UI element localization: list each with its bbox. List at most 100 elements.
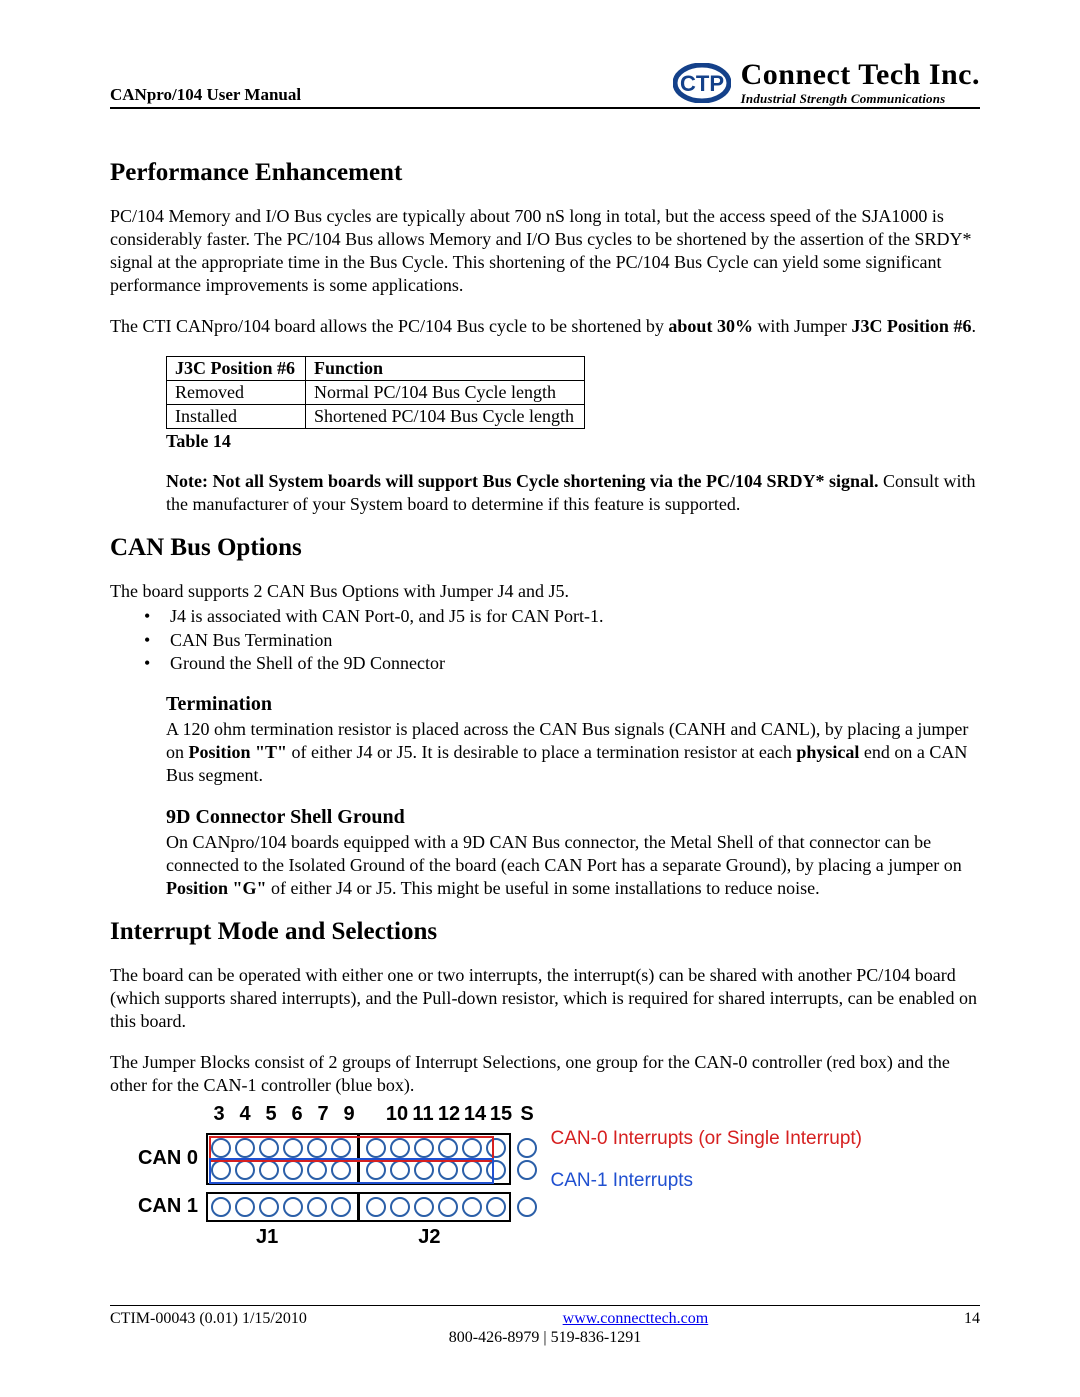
page-header: CANpro/104 User Manual CTP Connect Tech … bbox=[110, 60, 980, 109]
text-run: On CANpro/104 boards equipped with a 9D … bbox=[166, 832, 962, 875]
table-caption: Table 14 bbox=[166, 431, 980, 452]
jumper-pin bbox=[283, 1160, 303, 1180]
table-row: Installed Shortened PC/104 Bus Cycle len… bbox=[167, 405, 585, 429]
jumper-pin bbox=[283, 1138, 303, 1158]
table-cell: Removed bbox=[167, 381, 306, 405]
subsection-heading-shell: 9D Connector Shell Ground bbox=[166, 806, 980, 829]
termination-text: A 120 ohm termination resistor is placed… bbox=[166, 718, 980, 787]
jumper-pin bbox=[259, 1197, 279, 1217]
jumper-pin bbox=[366, 1138, 386, 1158]
footer-page-number: 14 bbox=[964, 1310, 980, 1328]
jumper-pin bbox=[331, 1197, 351, 1217]
table-cell: Installed bbox=[167, 405, 306, 429]
pin-label: 12 bbox=[436, 1103, 462, 1126]
jumper-pin bbox=[211, 1138, 231, 1158]
block-divider bbox=[357, 1194, 360, 1220]
jumper-block-j1j2-lower bbox=[206, 1192, 511, 1222]
jumper-pin bbox=[235, 1160, 255, 1180]
shared-pin-lower bbox=[517, 1197, 537, 1217]
jumper-pin bbox=[414, 1197, 434, 1217]
pin-row bbox=[366, 1160, 506, 1180]
jumper-pin bbox=[390, 1138, 410, 1158]
text-run-bold: Note: Not all System boards will support… bbox=[166, 471, 879, 491]
jumper-pin bbox=[486, 1197, 506, 1217]
irq-row-can0: CAN 0 bbox=[134, 1126, 894, 1192]
pin-label: 7 bbox=[310, 1103, 336, 1126]
perf-note: Note: Not all System boards will support… bbox=[166, 470, 980, 516]
irq-legend: CAN-0 Interrupts (or Single Interrupt) C… bbox=[551, 1128, 863, 1192]
jumper-pin bbox=[438, 1160, 458, 1180]
table-header-cell: J3C Position #6 bbox=[167, 357, 306, 381]
table-row: J3C Position #6 Function bbox=[167, 357, 585, 381]
pin-row bbox=[366, 1138, 506, 1158]
jumper-pin bbox=[307, 1197, 327, 1217]
pin-label: 5 bbox=[258, 1103, 284, 1126]
irq-top-labels: 3 4 5 6 7 9 10 11 12 14 15 S bbox=[206, 1103, 894, 1126]
pin-label: 6 bbox=[284, 1103, 310, 1126]
pin-label: 14 bbox=[462, 1103, 488, 1126]
pin-label: S bbox=[514, 1103, 540, 1126]
j3c-table: J3C Position #6 Function Removed Normal … bbox=[166, 356, 585, 429]
termination-block: Termination A 120 ohm termination resist… bbox=[166, 693, 980, 787]
jumper-pin bbox=[211, 1160, 231, 1180]
list-item: CAN Bus Termination bbox=[152, 629, 980, 652]
footer-phones: 800-426-8979 | 519-836-1291 bbox=[110, 1329, 980, 1347]
section-heading-can: CAN Bus Options bbox=[110, 534, 980, 562]
jumper-pin bbox=[235, 1197, 255, 1217]
irq-bottom-labels: J1 J2 bbox=[206, 1226, 894, 1249]
jumper-pin bbox=[438, 1197, 458, 1217]
shell-text: On CANpro/104 boards equipped with a 9D … bbox=[166, 831, 980, 900]
company-logo-text: Connect Tech Inc. Industrial Strength Co… bbox=[741, 60, 980, 105]
table-cell: Shortened PC/104 Bus Cycle length bbox=[306, 405, 585, 429]
text-run-bold: Position "T" bbox=[189, 742, 288, 762]
pin-label: 10 bbox=[384, 1103, 410, 1126]
jumper-pin bbox=[414, 1138, 434, 1158]
list-item: Ground the Shell of the 9D Connector bbox=[152, 652, 980, 675]
jumper-pin bbox=[517, 1160, 537, 1180]
page-footer: CTIM-00043 (0.01) 1/15/2010 www.connectt… bbox=[110, 1305, 980, 1347]
jumper-pin bbox=[366, 1197, 386, 1217]
section-heading-interrupt: Interrupt Mode and Selections bbox=[110, 918, 980, 946]
jumper-pin bbox=[486, 1160, 506, 1180]
jumper-pin bbox=[517, 1197, 537, 1217]
can-intro: The board supports 2 CAN Bus Options wit… bbox=[110, 580, 980, 603]
ctp-logo-icon: CTP bbox=[673, 63, 731, 103]
jumper-pin bbox=[390, 1160, 410, 1180]
can-bullets: J4 is associated with CAN Port-0, and J5… bbox=[110, 605, 980, 675]
block-divider bbox=[357, 1135, 360, 1183]
block-label-j1: J1 bbox=[256, 1226, 278, 1249]
irq-para1: The board can be operated with either on… bbox=[110, 964, 980, 1033]
jumper-pin bbox=[390, 1197, 410, 1217]
legend-can0: CAN-0 Interrupts (or Single Interrupt) bbox=[551, 1128, 863, 1150]
jumper-pin bbox=[307, 1160, 327, 1180]
legend-can1: CAN-1 Interrupts bbox=[551, 1170, 863, 1192]
jumper-block-j2-lower bbox=[366, 1197, 506, 1217]
jumper-pin bbox=[486, 1138, 506, 1158]
text-run-bold: J3C Position #6 bbox=[851, 316, 971, 336]
text-run-bold: about 30% bbox=[668, 316, 753, 336]
footer-row1: CTIM-00043 (0.01) 1/15/2010 www.connectt… bbox=[110, 1310, 980, 1328]
table-cell: Normal PC/104 Bus Cycle length bbox=[306, 381, 585, 405]
jumper-block-j1-lower bbox=[211, 1197, 351, 1217]
jumper-pin bbox=[462, 1138, 482, 1158]
row-label-can1: CAN 1 bbox=[134, 1195, 206, 1218]
row-label-can0: CAN 0 bbox=[134, 1147, 206, 1170]
text-run: of either J4 or J5. This might be useful… bbox=[267, 878, 820, 898]
irq-row-can1: CAN 1 bbox=[134, 1192, 894, 1222]
pin-row bbox=[211, 1160, 351, 1180]
jumper-pin bbox=[211, 1197, 231, 1217]
jumper-pin bbox=[259, 1138, 279, 1158]
footer-link[interactable]: www.connecttech.com bbox=[563, 1310, 709, 1328]
company-tagline: Industrial Strength Communications bbox=[741, 92, 980, 105]
jumper-pin bbox=[283, 1197, 303, 1217]
section-heading-performance: Performance Enhancement bbox=[110, 159, 980, 187]
list-item: J4 is associated with CAN Port-0, and J5… bbox=[152, 605, 980, 628]
company-name: Connect Tech Inc. bbox=[741, 60, 980, 90]
footer-docid: CTIM-00043 (0.01) 1/15/2010 bbox=[110, 1310, 307, 1328]
pin-label: 9 bbox=[336, 1103, 362, 1126]
pin-label: 4 bbox=[232, 1103, 258, 1126]
pin-row bbox=[366, 1197, 506, 1217]
document-page: CANpro/104 User Manual CTP Connect Tech … bbox=[0, 0, 1080, 1397]
shared-pin bbox=[517, 1138, 537, 1180]
table-row: Removed Normal PC/104 Bus Cycle length bbox=[167, 381, 585, 405]
